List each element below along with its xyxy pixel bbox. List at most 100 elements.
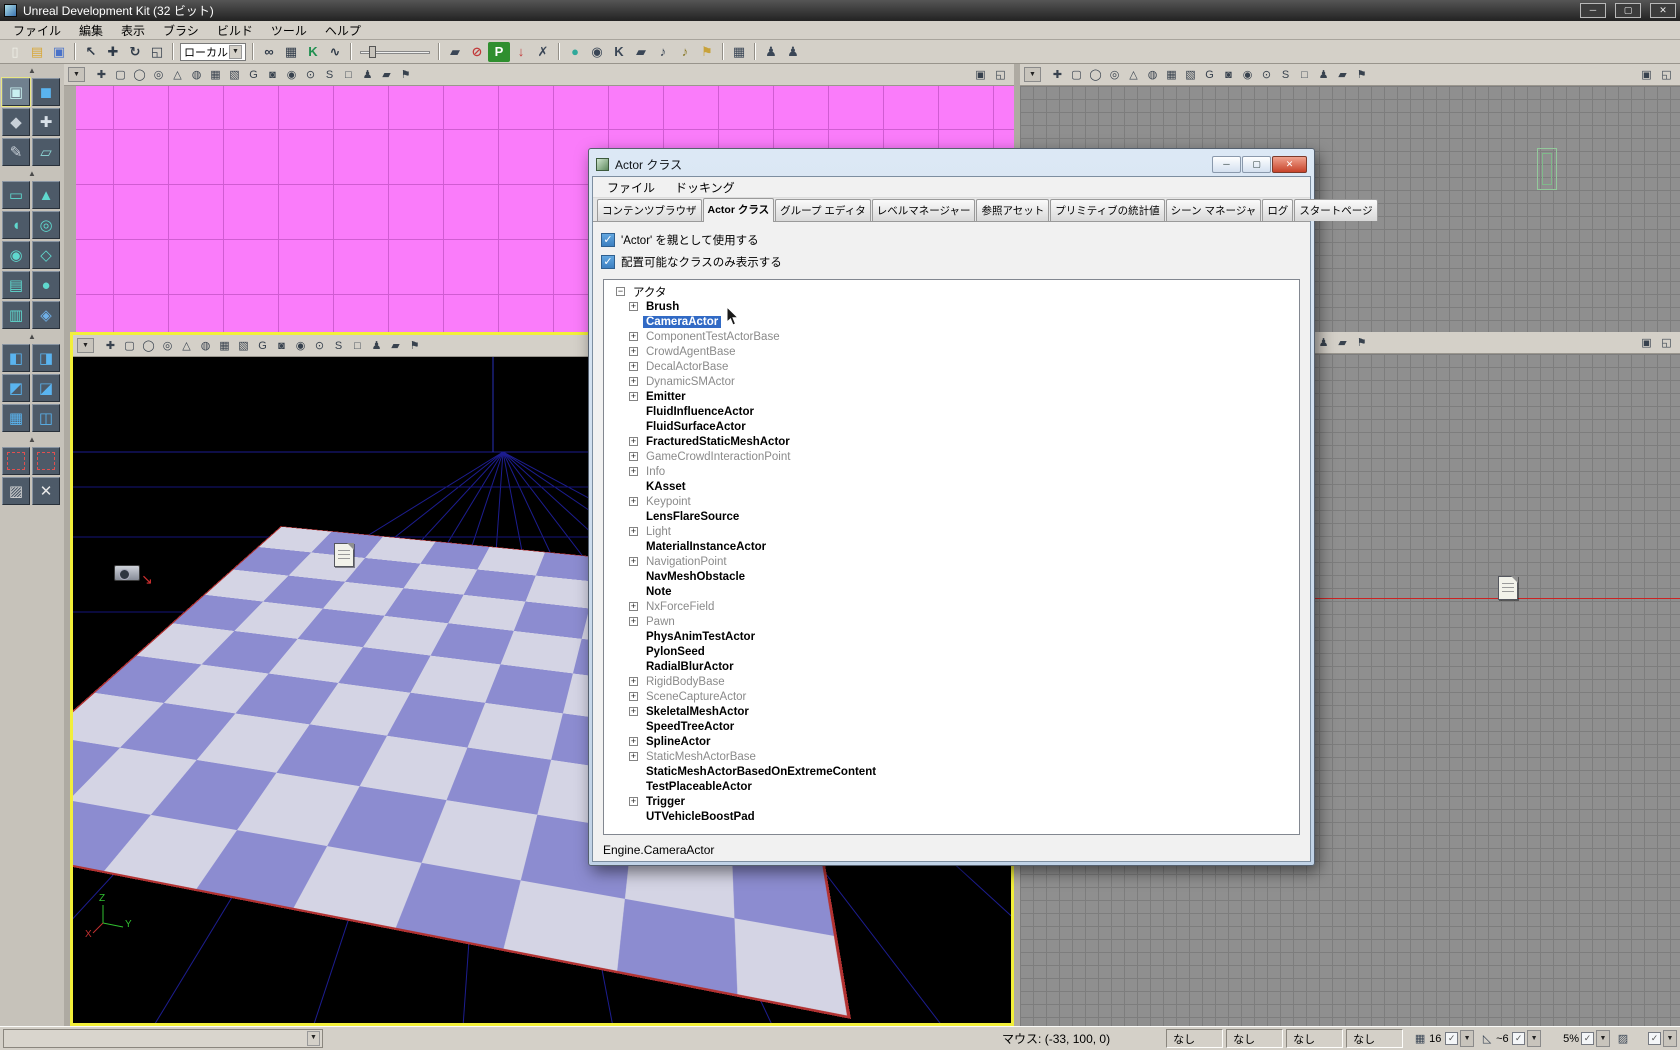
palette-section-collapse[interactable] [2, 331, 62, 342]
translucency-toggle-icon[interactable]: ⊘ [466, 42, 488, 62]
tree-item-label[interactable]: SkeletalMeshActor [643, 706, 752, 718]
tree-item-label[interactable]: CrowdAgentBase [643, 346, 739, 358]
tree-item[interactable]: CameraActor [616, 314, 1299, 329]
builder-brush-actor-icon[interactable]: ♟ [760, 42, 782, 62]
builder-sheet-icon[interactable]: ◇ [32, 241, 60, 269]
snap-dropdown[interactable] [1663, 1030, 1677, 1047]
expand-icon[interactable] [629, 347, 638, 356]
close-button[interactable] [1650, 3, 1676, 18]
tree-item-label[interactable]: Emitter [643, 391, 689, 403]
camera-mode-icon[interactable]: ▣ [2, 78, 30, 106]
browser-tab[interactable]: Actor クラス [703, 198, 775, 222]
builder-volumetric-icon[interactable]: ▥ [2, 301, 30, 329]
add-volume-icon[interactable]: ◫ [32, 404, 60, 432]
save-map-icon[interactable]: ▣ [48, 42, 70, 62]
brush-only-icon[interactable]: □ [1295, 66, 1314, 83]
wireframe-mode-icon[interactable]: ▢ [111, 66, 130, 83]
builder-book-icon[interactable]: ◈ [32, 301, 60, 329]
tree-item-label[interactable]: SplineActor [643, 736, 714, 748]
lighting-only-icon[interactable]: ◍ [1143, 66, 1162, 83]
tree-item-label[interactable]: SpeedTreeActor [643, 721, 737, 733]
expand-icon[interactable] [629, 437, 638, 446]
tree-item[interactable]: Keypoint [616, 494, 1299, 509]
csg-subtract-icon[interactable]: ◨ [32, 344, 60, 372]
menu-item[interactable]: 編集 [70, 21, 112, 40]
tree-item-label[interactable]: Note [643, 586, 675, 598]
lock-viewport-icon[interactable]: ◙ [263, 66, 282, 83]
float-viewport-icon[interactable]: ◱ [991, 66, 1010, 83]
browser-tab[interactable]: プリミティブの統計値 [1050, 199, 1164, 221]
expand-icon[interactable] [629, 797, 638, 806]
tree-item-label[interactable]: GameCrowdInteractionPoint [643, 451, 793, 463]
palette-section-collapse[interactable] [2, 434, 62, 445]
coordinate-system-combo[interactable]: ローカル [180, 43, 246, 61]
mobile-preview-icon[interactable]: ▰ [630, 42, 652, 62]
actor-icon[interactable]: ♟ [1314, 66, 1333, 83]
minimize-button[interactable] [1580, 3, 1606, 18]
camera-icon[interactable]: ▰ [444, 42, 466, 62]
chevron-down-icon[interactable] [229, 45, 242, 59]
browser-tab[interactable]: ログ [1262, 199, 1293, 221]
realtime-icon[interactable]: ⊙ [301, 66, 320, 83]
play-in-editor-icon[interactable]: ● [564, 42, 586, 62]
realtime-icon[interactable]: ⊙ [310, 337, 329, 354]
tree-item[interactable]: NxForceField [616, 599, 1299, 614]
tree-item-label[interactable]: RadialBlurActor [643, 661, 737, 673]
browser-tab[interactable]: コンテンツブラウザ [597, 199, 702, 221]
browser-tab[interactable]: 参照アセット [976, 199, 1049, 221]
brush-only-icon[interactable]: □ [348, 337, 367, 354]
menu-item[interactable]: ブラシ [154, 21, 208, 40]
tree-item[interactable]: Emitter [616, 389, 1299, 404]
expand-icon[interactable] [629, 452, 638, 461]
float-viewport-icon[interactable]: ◱ [1657, 334, 1676, 351]
grid-settings-icon[interactable]: ▦ [728, 42, 750, 62]
select-inside-icon[interactable] [2, 447, 30, 475]
palette-section-collapse[interactable] [2, 168, 62, 179]
tree-item[interactable]: FluidInfluenceActor [616, 404, 1299, 419]
scale-mode-icon[interactable]: ◱ [146, 42, 168, 62]
tree-item[interactable]: Info [616, 464, 1299, 479]
viewport-type-combo[interactable] [68, 67, 85, 82]
rotate-mode-icon[interactable]: ↻ [124, 42, 146, 62]
chevron-down-icon[interactable] [307, 1031, 320, 1046]
show-flags-eye-icon[interactable]: ◉ [282, 66, 301, 83]
lit-mode-icon[interactable]: ◎ [158, 337, 177, 354]
tree-item[interactable]: Light [616, 524, 1299, 539]
expand-icon[interactable] [629, 737, 638, 746]
bookmark-icon[interactable]: ⚑ [396, 66, 415, 83]
tree-item-label[interactable]: DynamicSMActor [643, 376, 738, 388]
wireframe-mode-icon[interactable]: ▢ [120, 337, 139, 354]
csg-intersect-icon[interactable]: ◩ [2, 374, 30, 402]
dialog-titlebar[interactable]: Actor クラス [592, 152, 1311, 176]
tree-item-label[interactable]: NavigationPoint [643, 556, 730, 568]
detail-lighting-icon[interactable]: △ [1124, 66, 1143, 83]
squint-mode-icon[interactable]: S [320, 66, 339, 83]
unlit-mode-icon[interactable]: ◯ [1086, 66, 1105, 83]
bookmark-icon[interactable]: ⚑ [1352, 66, 1371, 83]
float-viewport-icon[interactable]: ◱ [1657, 66, 1676, 83]
tree-item-label[interactable]: Brush [643, 301, 682, 313]
camera-lock-icon[interactable]: ▰ [1333, 334, 1352, 351]
terrain-mode-icon[interactable]: ◆ [2, 108, 30, 136]
tree-item-label[interactable]: Info [643, 466, 668, 478]
tree-item[interactable]: DecalActorBase [616, 359, 1299, 374]
expand-icon[interactable] [629, 692, 638, 701]
bookmark-flag-icon[interactable]: ⚑ [696, 42, 718, 62]
tree-item-label[interactable]: PhysAnimTestActor [643, 631, 758, 643]
viewport-move-icon[interactable]: ✚ [101, 337, 120, 354]
tree-item-label[interactable]: NxForceField [643, 601, 717, 613]
tree-item-label[interactable]: Pawn [643, 616, 678, 628]
matinee-icon[interactable]: ∿ [324, 42, 346, 62]
realtime-icon[interactable]: ⊙ [1257, 66, 1276, 83]
geometry-mode-icon[interactable]: ◼ [32, 78, 60, 106]
brush-wireframe-icon[interactable]: ▦ [1162, 66, 1181, 83]
tree-item-label[interactable]: DecalActorBase [643, 361, 731, 373]
menu-item[interactable]: ファイル [4, 21, 70, 40]
tree-item-label[interactable]: Keypoint [643, 496, 694, 508]
wireframe-mode-icon[interactable]: ▢ [1067, 66, 1086, 83]
deselect-all-icon[interactable]: ✕ [32, 477, 60, 505]
tree-item[interactable]: SpeedTreeActor [616, 719, 1299, 734]
dialog-close-button[interactable] [1272, 156, 1307, 173]
tree-item[interactable]: CrowdAgentBase [616, 344, 1299, 359]
builder-linear-stair-icon[interactable]: ▤ [2, 271, 30, 299]
